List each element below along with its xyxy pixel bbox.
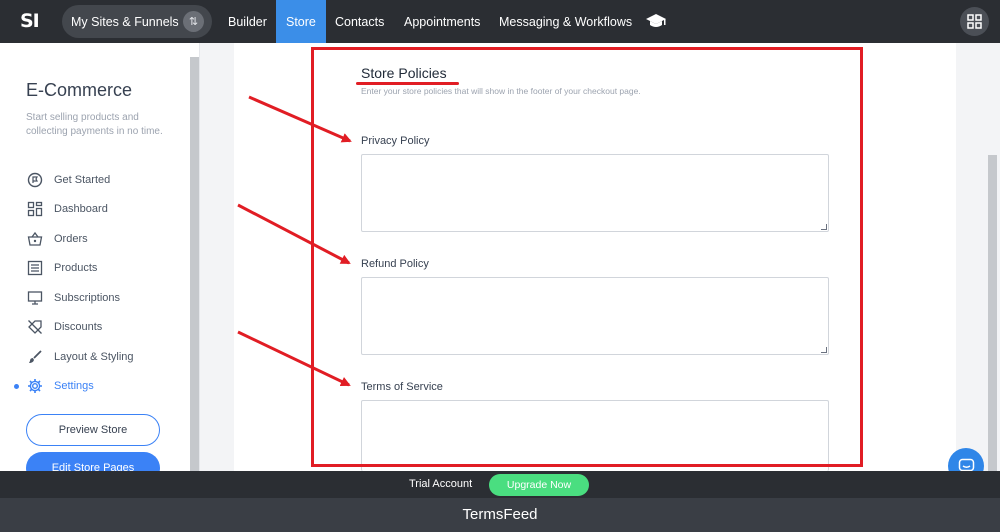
nav-appointments[interactable]: Appointments (404, 0, 480, 43)
sidebar-item-subscriptions[interactable]: Subscriptions (26, 288, 120, 308)
nav-store[interactable]: Store (276, 0, 326, 43)
sites-funnels-label: My Sites & Funnels (71, 14, 179, 29)
trial-account-text: Trial Account (409, 478, 473, 490)
annotation-highlight-box (311, 47, 863, 467)
sidebar-title: E-Commerce (26, 80, 133, 100)
graduation-cap-icon[interactable] (645, 12, 667, 35)
upgrade-now-button[interactable]: Upgrade Now (489, 474, 589, 496)
sidebar-item-label: Layout & Styling (54, 351, 134, 363)
annotation-title-underline (356, 82, 459, 85)
brush-icon (26, 349, 43, 366)
sidebar-item-products[interactable]: Products (26, 258, 97, 278)
active-indicator-dot (14, 384, 19, 389)
sidebar-item-label: Settings (54, 380, 94, 392)
basket-icon (26, 231, 43, 248)
sidebar-item-orders[interactable]: Orders (26, 229, 88, 249)
sidebar-item-label: Subscriptions (54, 292, 121, 304)
sidebar-item-label: Products (54, 262, 98, 274)
monitor-icon (26, 290, 43, 307)
sidebar-item-label: Dashboard (54, 203, 108, 215)
sidebar-item-settings[interactable]: Settings (26, 376, 94, 396)
sites-funnels-switcher[interactable]: My Sites & Funnels ⇅ (62, 5, 212, 38)
sidebar-item-layout-styling[interactable]: Layout & Styling (26, 347, 134, 367)
edit-store-pages-button[interactable]: Edit Store Pages (26, 452, 160, 471)
sidebar-item-get-started[interactable]: Get Started (26, 170, 110, 190)
apps-grid-icon[interactable] (960, 7, 989, 36)
dashboard-icon (26, 201, 43, 218)
sidebar-description: Start selling products and collecting pa… (26, 112, 163, 137)
nav-contacts[interactable]: Contacts (335, 0, 384, 43)
gear-icon (26, 378, 43, 395)
sidebar-item-label: Get Started (54, 174, 111, 186)
sidebar-item-label: Discounts (54, 321, 103, 333)
flag-circle-icon (26, 172, 43, 189)
sidebar: E-Commerce Start selling products and co… (0, 43, 200, 471)
preview-store-button[interactable]: Preview Store (26, 414, 160, 446)
sidebar-item-dashboard[interactable]: Dashboard (26, 199, 108, 219)
app-logo[interactable]: SI (20, 10, 40, 32)
nav-builder[interactable]: Builder (228, 0, 267, 43)
tag-off-icon (26, 319, 43, 336)
swap-arrows-icon: ⇅ (183, 11, 204, 32)
nav-messaging-workflows[interactable]: Messaging & Workflows (499, 0, 632, 43)
sidebar-scrollbar[interactable] (190, 57, 199, 471)
footer-brand: TermsFeed (462, 506, 538, 523)
sidebar-item-discounts[interactable]: Discounts (26, 317, 102, 337)
list-icon (26, 260, 43, 277)
page-scrollbar-thumb[interactable] (988, 155, 997, 471)
sidebar-item-label: Orders (54, 233, 88, 245)
